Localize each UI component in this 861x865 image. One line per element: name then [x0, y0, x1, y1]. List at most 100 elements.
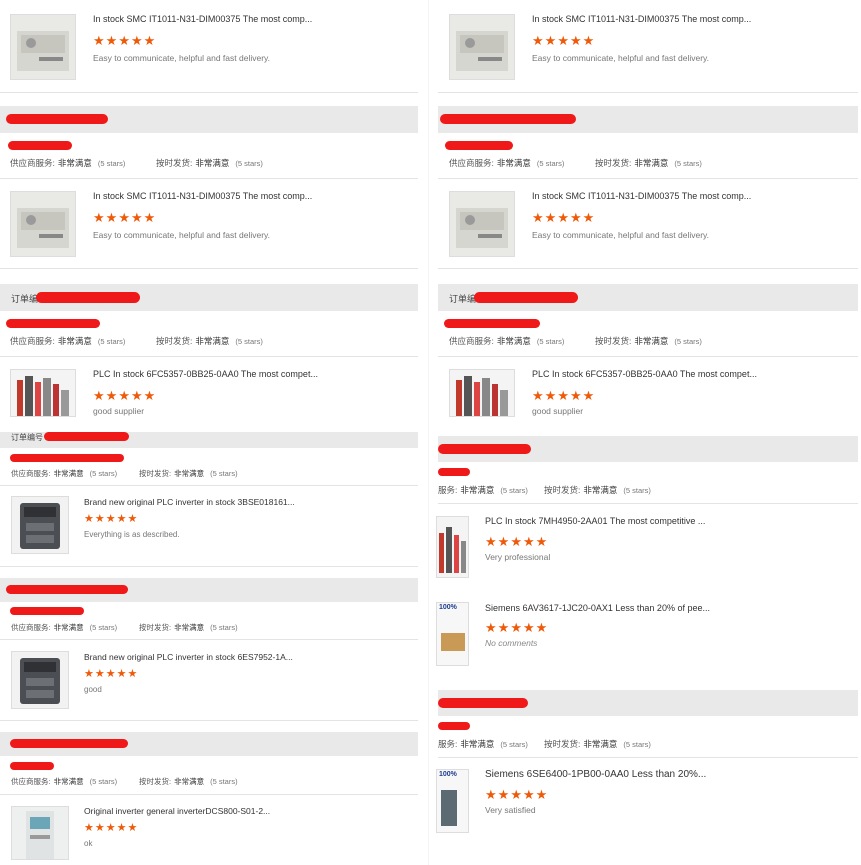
- product-thumbnail[interactable]: [10, 14, 76, 80]
- star-icon: ★: [105, 822, 117, 834]
- product-title[interactable]: Siemens 6AV3617-1JC20-0AX1 Less than 20%…: [485, 603, 710, 613]
- review-comment: No comments: [485, 638, 538, 648]
- on-time-delivery-rating: 按时发货: 非常满意 (5 stars): [139, 469, 238, 478]
- quality-badge: 100%: [439, 604, 457, 611]
- star-icon: ★: [522, 620, 536, 635]
- star-icon: ★: [143, 388, 157, 403]
- review-comment: Easy to communicate, helpful and fast de…: [532, 53, 710, 63]
- star-icon: ★: [522, 787, 536, 802]
- review-comment: good supplier: [93, 406, 145, 416]
- supplier-service-rating: 供应商服务: 非常满意 (5 stars): [10, 336, 126, 346]
- product-title[interactable]: PLC In stock 7MH4950-2AA01 The most comp…: [485, 516, 705, 526]
- on-time-delivery-rating: 按时发货: 非常满意 (5 stars): [156, 158, 263, 168]
- star-icon: ★: [93, 33, 106, 48]
- product-thumbnail[interactable]: [449, 191, 515, 257]
- product-thumbnail[interactable]: 100%: [436, 602, 469, 666]
- star-icon: ★: [130, 210, 144, 225]
- on-time-delivery-rating: 按时发货: 非常满意 (5 stars): [595, 158, 702, 168]
- product-title[interactable]: In stock SMC IT1011-N31-DIM00375 The mos…: [93, 191, 312, 201]
- star-icon: ★: [535, 620, 549, 635]
- product-title[interactable]: In stock SMC IT1011-N31-DIM00375 The mos…: [93, 14, 312, 24]
- product-thumbnail[interactable]: 100%: [436, 769, 469, 833]
- product-thumbnail[interactable]: [11, 496, 69, 554]
- rating-stars: ★★★★★: [93, 389, 156, 402]
- rating-stars: ★★★★★: [84, 514, 138, 525]
- supplier-service-rating: 供应商服务: 非常满意 (5 stars): [10, 158, 126, 168]
- column-divider: [428, 0, 429, 865]
- quality-badge: 100%: [439, 771, 457, 778]
- rating-stars: ★★★★★: [532, 34, 595, 47]
- star-icon: ★: [485, 787, 498, 802]
- star-icon: ★: [127, 513, 139, 525]
- star-icon: ★: [497, 534, 511, 549]
- product-title[interactable]: Brand new original PLC inverter in stock…: [84, 497, 295, 507]
- redaction-mark: [445, 141, 513, 150]
- on-time-delivery-rating: 按时发货: 非常满意 (5 stars): [139, 777, 238, 786]
- product-thumbnail[interactable]: [11, 651, 69, 709]
- product-thumbnail[interactable]: [10, 369, 76, 417]
- product-title[interactable]: In stock SMC IT1011-N31-DIM00375 The mos…: [532, 191, 751, 201]
- product-thumbnail[interactable]: [10, 191, 76, 257]
- product-title[interactable]: Original inverter general inverterDCS800…: [84, 806, 270, 816]
- star-icon: ★: [130, 388, 144, 403]
- redaction-mark: [44, 432, 129, 441]
- on-time-delivery-rating: 按时发货: 非常满意 (5 stars): [544, 485, 651, 495]
- product-thumbnail[interactable]: [449, 14, 515, 80]
- product-title[interactable]: Brand new original PLC inverter in stock…: [84, 652, 293, 662]
- star-icon: ★: [535, 534, 549, 549]
- star-icon: ★: [118, 210, 131, 225]
- supplier-service-rating: 供应商服务: 非常满意 (5 stars): [11, 469, 118, 478]
- rating-stars: ★★★★★: [532, 211, 595, 224]
- supplier-service-rating: 供应商服务: 非常满意 (5 stars): [11, 777, 118, 786]
- redaction-mark: [10, 739, 128, 748]
- redaction-mark: [36, 292, 140, 303]
- product-thumbnail[interactable]: [449, 369, 515, 417]
- product-title[interactable]: PLC In stock 6FC5357-0BB25-0AA0 The most…: [93, 369, 318, 379]
- redaction-mark: [10, 762, 54, 770]
- star-icon: ★: [94, 513, 106, 525]
- supplier-service-rating: 服务: 非常满意 (5 stars): [438, 485, 528, 495]
- star-icon: ★: [582, 210, 596, 225]
- star-icon: ★: [105, 33, 119, 48]
- on-time-delivery-rating: 按时发货: 非常满意 (5 stars): [544, 739, 651, 749]
- product-title[interactable]: In stock SMC IT1011-N31-DIM00375 The mos…: [532, 14, 751, 24]
- rating-stars: ★★★★★: [485, 535, 548, 548]
- star-icon: ★: [510, 787, 523, 802]
- redaction-mark: [440, 114, 576, 124]
- review-comment: Easy to communicate, helpful and fast de…: [532, 230, 710, 240]
- star-icon: ★: [127, 668, 139, 680]
- product-title[interactable]: Siemens 6SE6400-1PB00-0AA0 Less than 20%…: [485, 769, 706, 780]
- review-comment: Easy to communicate, helpful and fast de…: [93, 53, 271, 63]
- star-icon: ★: [569, 388, 583, 403]
- review-comment: good supplier: [532, 406, 584, 416]
- redaction-mark: [474, 292, 578, 303]
- star-icon: ★: [143, 33, 157, 48]
- on-time-delivery-rating: 按时发货: 非常满意 (5 stars): [595, 336, 702, 346]
- star-icon: ★: [94, 668, 106, 680]
- star-icon: ★: [485, 620, 498, 635]
- product-title[interactable]: PLC In stock 6FC5357-0BB25-0AA0 The most…: [532, 369, 757, 379]
- review-comment: Very satisfied: [485, 805, 536, 815]
- star-icon: ★: [105, 388, 119, 403]
- rating-stars: ★★★★★: [93, 211, 156, 224]
- star-icon: ★: [557, 388, 570, 403]
- product-thumbnail[interactable]: [11, 806, 69, 860]
- supplier-service-rating: 供应商服务: 非常满意 (5 stars): [11, 623, 118, 632]
- review-comment: Easy to communicate, helpful and fast de…: [93, 230, 271, 240]
- star-icon: ★: [116, 513, 128, 525]
- star-icon: ★: [522, 534, 536, 549]
- product-thumbnail[interactable]: [436, 516, 469, 578]
- star-icon: ★: [557, 33, 570, 48]
- star-icon: ★: [127, 822, 139, 834]
- star-icon: ★: [105, 513, 117, 525]
- redaction-mark: [438, 698, 528, 708]
- review-comment: ok: [84, 839, 93, 848]
- rating-stars: ★★★★★: [532, 389, 595, 402]
- star-icon: ★: [582, 33, 596, 48]
- star-icon: ★: [532, 388, 545, 403]
- star-icon: ★: [569, 210, 583, 225]
- redaction-mark: [438, 444, 531, 454]
- star-icon: ★: [544, 388, 558, 403]
- supplier-service-rating: 供应商服务: 非常满意 (5 stars): [449, 336, 565, 346]
- star-icon: ★: [582, 388, 596, 403]
